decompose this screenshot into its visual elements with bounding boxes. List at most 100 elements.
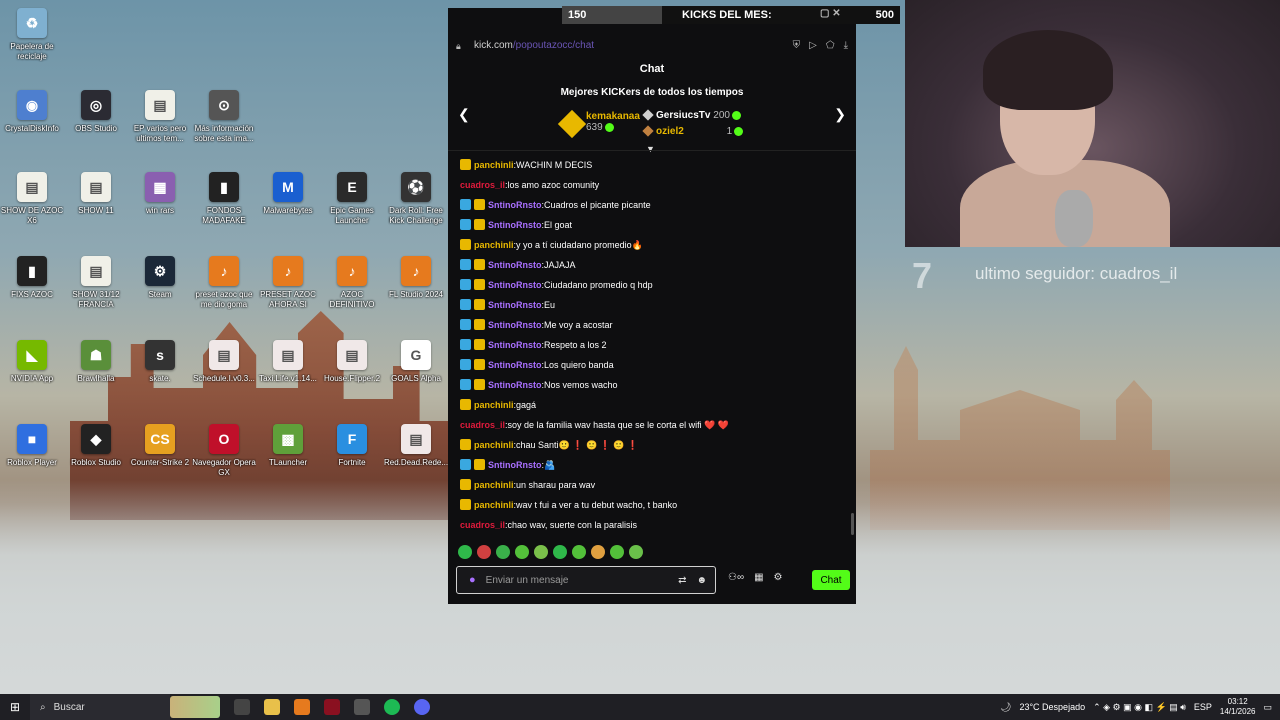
desktop-icon[interactable]: ▤ SHOW DE AZOC X6 <box>0 172 64 226</box>
moderator-badge-icon[interactable] <box>460 259 471 270</box>
leader-1[interactable]: kemakanaa 639 <box>586 111 640 133</box>
moderator-badge-icon[interactable] <box>460 359 471 370</box>
message-input-box[interactable]: ● ⇄ ☻ <box>456 566 716 594</box>
desktop-icon[interactable]: ▤ Taxi.Life.v1.14... <box>256 340 320 384</box>
moderator-badge-icon[interactable] <box>460 299 471 310</box>
desktop-icon[interactable]: ⚽ Dark Roll: Free Kick Challenge <box>384 172 448 226</box>
chat-username[interactable]: SntinoRnsto <box>488 319 542 332</box>
emote-icon[interactable] <box>515 545 529 559</box>
subscriber-badge-icon[interactable] <box>460 239 471 250</box>
desktop-icon[interactable]: ♪ PRESET AZOC AHORA SI <box>256 256 320 310</box>
chat-username[interactable]: SntinoRnsto <box>488 219 542 232</box>
chevron-right-icon[interactable]: ❯ <box>834 106 846 123</box>
chat-username[interactable]: panchinli <box>474 499 514 512</box>
extension-icon[interactable]: ⬠ <box>826 40 835 51</box>
chat-username[interactable]: SntinoRnsto <box>488 359 542 372</box>
desktop-icon[interactable]: s skate. <box>128 340 192 384</box>
desktop-icon[interactable]: ♪ AZOC DEFINITIVO <box>320 256 384 310</box>
desktop-icon[interactable]: ☗ Brawlhalla <box>64 340 128 384</box>
emote-icon[interactable] <box>572 545 586 559</box>
chat-username[interactable]: panchinli <box>474 439 514 452</box>
subscriber-badge-icon[interactable] <box>460 439 471 450</box>
emote-icon[interactable] <box>629 545 643 559</box>
desktop-icon[interactable]: ▤ EP varios pero ultimos tem... <box>128 90 192 144</box>
emote-icon[interactable] <box>610 545 624 559</box>
windows-start-icon[interactable]: ⊞ <box>0 700 30 714</box>
desktop-icon[interactable]: ■ Roblox Player <box>0 424 64 468</box>
notifications-icon[interactable]: ▭ <box>1263 702 1272 713</box>
subscriber-badge-icon[interactable] <box>474 339 485 350</box>
moderator-badge-icon[interactable] <box>460 319 471 330</box>
chat-username[interactable]: SntinoRnsto <box>488 199 542 212</box>
chat-username[interactable]: SntinoRnsto <box>488 379 542 392</box>
chat-username[interactable]: panchinli <box>474 399 514 412</box>
emote-icon[interactable] <box>477 545 491 559</box>
task-view-icon[interactable] <box>234 699 250 715</box>
subscriber-badge-icon[interactable] <box>460 479 471 490</box>
moderator-badge-icon[interactable] <box>460 379 471 390</box>
tray-icons[interactable]: ⌃ ◈ ⚙ ▣ ◉ ◧ ⚡ ▤ 🔊︎ <box>1093 702 1186 713</box>
spotify-icon[interactable] <box>384 699 400 715</box>
desktop-icon[interactable]: ▤ House.Flipper.2 <box>320 340 384 384</box>
desktop-icon[interactable]: ⊙ Más información sobre esta ima... <box>192 90 256 144</box>
emote-icon[interactable] <box>553 545 567 559</box>
desktop-icon[interactable]: ◆ Roblox Studio <box>64 424 128 468</box>
subscriber-badge-icon[interactable] <box>474 319 485 330</box>
desktop-icon[interactable]: ◣ NVIDIA App <box>0 340 64 384</box>
shield-icon[interactable]: ⛨ <box>793 40 801 51</box>
chevron-left-icon[interactable]: ❮ <box>458 106 470 123</box>
moderator-badge-icon[interactable] <box>460 339 471 350</box>
desktop-icon[interactable]: CS Counter-Strike 2 <box>128 424 192 468</box>
moderator-badge-icon[interactable] <box>460 199 471 210</box>
desktop-icon[interactable]: E Epic Games Launcher <box>320 172 384 226</box>
desktop-icon[interactable]: ▮ FIXS AZOC <box>0 256 64 300</box>
desktop-icon[interactable]: F Fortnite <box>320 424 384 468</box>
emoji-icon[interactable]: ☻ <box>696 575 707 586</box>
subscriber-badge-icon[interactable] <box>460 399 471 410</box>
chat-username[interactable]: cuadros_il <box>460 419 505 432</box>
subscriber-badge-icon[interactable] <box>474 219 485 230</box>
discord-icon[interactable] <box>414 699 430 715</box>
desktop-icon[interactable]: ♪ preset azoc que me dio goma <box>192 256 256 310</box>
desktop-icon[interactable]: M Malwarebytes <box>256 172 320 216</box>
desktop-icon[interactable]: ♻ Papelera de reciclaje <box>0 8 64 62</box>
url-bar[interactable]: 🔒︎ kick.com/popoutazocc/chat ⛨ ▷ ⬠ ⤓ <box>448 36 856 54</box>
desktop-icon[interactable]: ▦ win rars <box>128 172 192 216</box>
subscriber-badge-icon[interactable] <box>474 359 485 370</box>
subscriber-badge-icon[interactable] <box>460 499 471 510</box>
desktop-icon[interactable]: ▤ Red.Dead.Rede... <box>384 424 448 468</box>
desktop-icon[interactable]: ◎ OBS Studio <box>64 90 128 134</box>
users-icon[interactable]: ⚇∞ <box>728 572 744 583</box>
emote-icon[interactable] <box>496 545 510 559</box>
desktop-icon[interactable]: O Navegador Opera GX <box>192 424 256 478</box>
mic-icon[interactable]: ● <box>469 574 476 586</box>
store-icon[interactable]: ▦ <box>754 572 763 583</box>
collapse-icon[interactable]: ▼ <box>646 144 655 154</box>
desktop-icon[interactable]: G GOALS Alpha <box>384 340 448 384</box>
chat-username[interactable]: SntinoRnsto <box>488 279 542 292</box>
subscriber-badge-icon[interactable] <box>474 199 485 210</box>
desktop-icon[interactable]: ▩ TLauncher <box>256 424 320 468</box>
chat-username[interactable]: SntinoRnsto <box>488 459 542 472</box>
window-controls-icon[interactable]: ▢ ✕ <box>820 8 841 19</box>
subscriber-badge-icon[interactable] <box>460 159 471 170</box>
clock[interactable]: 03:12 14/1/2026 <box>1220 697 1256 717</box>
desktop-icon[interactable]: ♪ FL Studio 2024 <box>384 256 448 300</box>
language-indicator[interactable]: ESP <box>1194 702 1212 712</box>
chat-username[interactable]: SntinoRnsto <box>488 299 542 312</box>
search-highlight-image[interactable] <box>170 696 220 718</box>
opera-gx-icon[interactable] <box>324 699 340 715</box>
obs-icon[interactable] <box>354 699 370 715</box>
fl-studio-icon[interactable] <box>294 699 310 715</box>
message-input[interactable] <box>485 574 636 586</box>
subscriber-badge-icon[interactable] <box>474 279 485 290</box>
desktop-icon[interactable]: ▤ SHOW 31/12 FRANCIA <box>64 256 128 310</box>
desktop-icon[interactable]: ◉ CrystalDiskInfo <box>0 90 64 134</box>
emote-icon[interactable] <box>591 545 605 559</box>
desktop-icon[interactable]: ▮ FONDOS MADAFAKE <box>192 172 256 226</box>
send-chat-button[interactable]: Chat <box>812 570 850 590</box>
subscriber-badge-icon[interactable] <box>474 459 485 470</box>
chat-username[interactable]: panchinli <box>474 239 514 252</box>
chat-username[interactable]: panchinli <box>474 479 514 492</box>
chat-username[interactable]: panchinli <box>474 159 514 172</box>
